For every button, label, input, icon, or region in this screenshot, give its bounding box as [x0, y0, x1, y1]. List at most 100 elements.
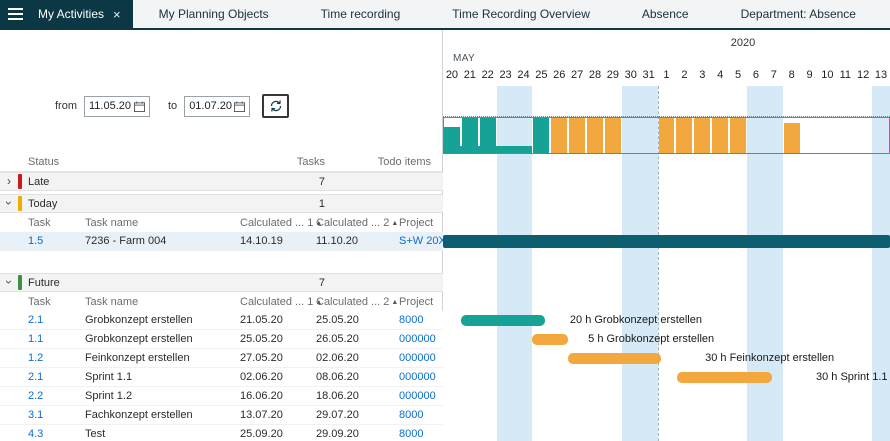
calc2-column-header[interactable]: Calculated ... 2▲	[301, 217, 383, 229]
task-column-header[interactable]: Task	[25, 217, 75, 229]
gantt-bar-label: 20 h Grobkonzept erstellen	[570, 314, 702, 327]
chevron-down-icon[interactable]: ›	[3, 280, 15, 284]
close-icon[interactable]: ×	[113, 7, 121, 22]
task-name-column-header[interactable]: Task name	[75, 296, 225, 308]
refresh-button[interactable]	[262, 94, 289, 118]
task-id-link[interactable]: 1.1	[25, 333, 75, 345]
capacity-bar	[659, 118, 675, 153]
calc2-cell: 29.07.20	[301, 409, 383, 421]
task-id-link[interactable]: 2.1	[25, 371, 75, 383]
hamburger-icon	[8, 13, 23, 15]
gantt-task-bar[interactable]	[568, 353, 661, 364]
task-row[interactable]: 1.57236 - Farm 00414.10.1911.10.20S+W 20…	[0, 232, 443, 251]
calc1-column-header[interactable]: Calculated ... 1▲	[225, 217, 301, 229]
project-link[interactable]: 8000	[383, 409, 443, 421]
task-row[interactable]: 2.1Grobkonzept erstellen21.05.2025.05.20…	[0, 311, 443, 330]
capacity-bar	[533, 118, 549, 153]
day-label: 24	[515, 66, 533, 84]
tab-absence[interactable]: Absence	[616, 0, 715, 28]
to-date-input[interactable]: 01.07.20	[184, 96, 250, 117]
task-name-cell: Grobkonzept erstellen	[75, 314, 225, 326]
project-column-header[interactable]: Project	[383, 296, 443, 308]
task-name-cell: Fachkonzept erstellen	[75, 409, 225, 421]
group-row-late[interactable]: ›Late7	[0, 172, 443, 191]
task-table: StatusTasksTodo items›Late7›Today1TaskTa…	[0, 153, 443, 441]
capacity-bar	[587, 118, 603, 153]
group-name-label: Late	[25, 176, 225, 188]
day-label: 23	[497, 66, 515, 84]
tab-time-recording-overview[interactable]: Time Recording Overview	[426, 0, 616, 28]
day-label: 12	[854, 66, 872, 84]
task-column-header[interactable]: Task	[25, 296, 75, 308]
day-label: 10	[818, 66, 836, 84]
tab-time-recording[interactable]: Time recording	[295, 0, 427, 28]
group-row-today[interactable]: ›Today1	[0, 194, 443, 213]
gantt-year-label: 2020	[603, 37, 883, 49]
group-tasks-count: 7	[225, 277, 325, 289]
task-row[interactable]: 2.2Sprint 1.216.06.2018.06.20000000	[0, 387, 443, 406]
project-link[interactable]: 8000	[383, 314, 443, 326]
task-row[interactable]: 3.1Fachkonzept erstellen13.07.2029.07.20…	[0, 406, 443, 425]
menu-button[interactable]	[0, 0, 30, 28]
calc1-cell: 14.10.19	[225, 235, 301, 247]
gantt-bar-label: 30 h Sprint 1.1	[816, 371, 888, 384]
tab-bar: My Activities × My Planning ObjectsTime …	[0, 0, 890, 30]
status-color-bar	[18, 196, 22, 211]
task-id-link[interactable]: 2.2	[25, 390, 75, 402]
project-column-header[interactable]: Project	[383, 217, 443, 229]
summary-task-bar[interactable]	[443, 235, 890, 248]
calc2-column-header[interactable]: Calculated ... 2▲	[301, 296, 383, 308]
active-tab-label: My Activities	[38, 7, 104, 21]
task-id-link[interactable]: 4.3	[25, 428, 75, 440]
day-label: 25	[532, 66, 550, 84]
project-link[interactable]: 000000	[383, 352, 443, 364]
calc2-cell: 08.06.20	[301, 371, 383, 383]
task-row[interactable]: 2.1Sprint 1.102.06.2008.06.20000000	[0, 368, 443, 387]
calc1-cell: 25.05.20	[225, 333, 301, 345]
calc1-cell: 27.05.20	[225, 352, 301, 364]
tab-strip: My Planning ObjectsTime recordingTime Re…	[133, 0, 882, 28]
chevron-down-icon[interactable]: ›	[3, 201, 15, 205]
calc1-cell: 16.06.20	[225, 390, 301, 402]
capacity-bar	[605, 118, 621, 153]
project-link[interactable]: S+W 20X	[383, 235, 443, 247]
task-name-column-header[interactable]: Task name	[75, 217, 225, 229]
day-label: 27	[568, 66, 586, 84]
day-label: 29	[604, 66, 622, 84]
task-name-cell: 7236 - Farm 004	[75, 235, 225, 247]
gantt-bar-label: 5 h Grobkonzept erstellen	[588, 333, 714, 346]
gantt-task-bar[interactable]	[532, 334, 568, 345]
task-row[interactable]: 1.1Grobkonzept erstellen25.05.2026.05.20…	[0, 330, 443, 349]
gantt-task-bar[interactable]	[677, 372, 772, 383]
day-label: 28	[586, 66, 604, 84]
task-row[interactable]: 1.2Feinkonzept erstellen27.05.2002.06.20…	[0, 349, 443, 368]
calc1-column-header[interactable]: Calculated ... 1▲	[225, 296, 301, 308]
capacity-bar	[569, 118, 585, 153]
day-label: 9	[801, 66, 819, 84]
gantt-task-bar[interactable]	[461, 315, 545, 326]
tab-my-planning-objects[interactable]: My Planning Objects	[133, 0, 295, 28]
project-link[interactable]: 000000	[383, 371, 443, 383]
project-link[interactable]: 8000	[383, 428, 443, 440]
task-id-link[interactable]: 1.2	[25, 352, 75, 364]
project-link[interactable]: 000000	[383, 390, 443, 402]
capacity-bar	[480, 118, 496, 153]
group-row-future[interactable]: ›Future7	[0, 273, 443, 292]
task-list-panel: from 11.05.20 to 01.07.20 StatusTasksTod…	[0, 30, 443, 441]
tab-department-absence[interactable]: Department: Absence	[715, 0, 882, 28]
gantt-month-label: MAY	[453, 53, 475, 64]
calc2-cell: 11.10.20	[301, 235, 383, 247]
tab-my-activities[interactable]: My Activities ×	[30, 0, 133, 28]
task-id-link[interactable]: 1.5	[25, 235, 75, 247]
chevron-right-icon[interactable]: ›	[7, 175, 11, 187]
gantt-bar-label: 30 h Feinkonzept erstellen	[705, 352, 834, 365]
capacity-bar	[694, 118, 710, 153]
task-row[interactable]: 4.3Test25.09.2029.09.208000	[0, 425, 443, 441]
project-link[interactable]: 000000	[383, 333, 443, 345]
calc2-cell: 26.05.20	[301, 333, 383, 345]
date-filter-bar: from 11.05.20 to 01.07.20	[0, 93, 442, 119]
task-id-link[interactable]: 3.1	[25, 409, 75, 421]
from-date-input[interactable]: 11.05.20	[84, 96, 150, 117]
from-date-value: 11.05.20	[89, 100, 131, 112]
task-id-link[interactable]: 2.1	[25, 314, 75, 326]
